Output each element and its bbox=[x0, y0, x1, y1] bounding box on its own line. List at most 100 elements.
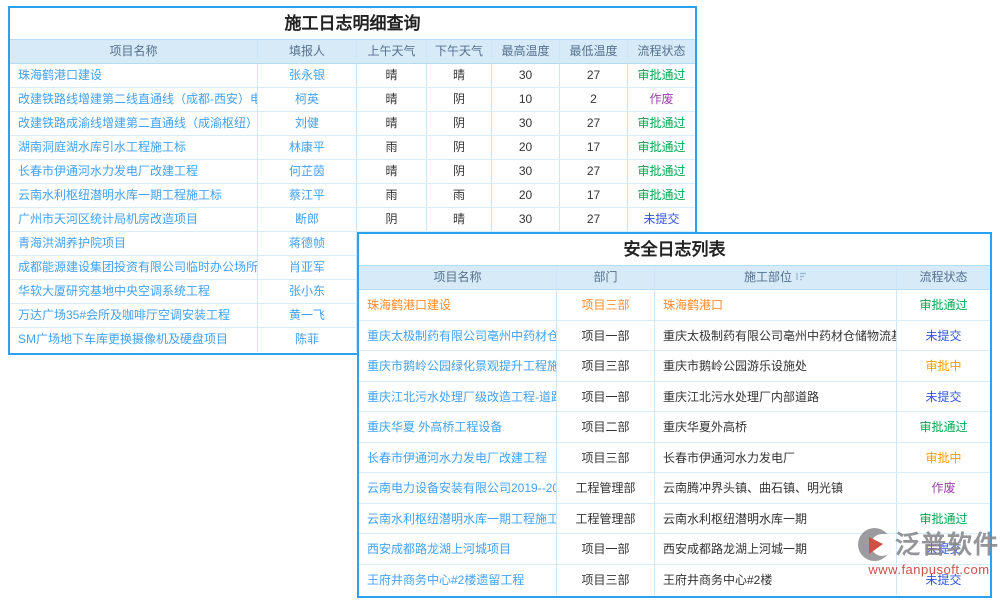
cell-project-name[interactable]: 西安成都路龙湖上河城项目 bbox=[359, 534, 557, 565]
cell-project-name[interactable]: 万达广场35#会所及咖啡厅空调安装工程 bbox=[10, 304, 258, 328]
cell-reporter[interactable]: 断郎 bbox=[258, 208, 357, 232]
cell-project-name[interactable]: 珠海鹤港口建设 bbox=[10, 64, 258, 88]
construction-log-header: 项目名称填报人上午天气下午天气最高温度最低温度流程状态 bbox=[10, 40, 695, 64]
cell-status: 审批通过 bbox=[628, 160, 695, 184]
cell-department: 项目一部 bbox=[557, 321, 655, 352]
cell-project-name[interactable]: 云南水利枢纽潜明水库一期工程施工标 bbox=[10, 184, 258, 208]
cell-project-name[interactable]: 王府井商务中心#2楼遗留工程 bbox=[359, 565, 557, 596]
cell-reporter[interactable]: 张小东 bbox=[258, 280, 357, 304]
cell-project-name[interactable]: 成都能源建设集团投资有限公司临时办公场所装修工程 bbox=[10, 256, 258, 280]
cell-project-name[interactable]: 珠海鹤港口建设 bbox=[359, 290, 557, 321]
cell-construction-site: 云南腾冲界头镇、曲石镇、明光镇 bbox=[655, 473, 897, 504]
safety-log-body: 珠海鹤港口建设项目三部珠海鹤港口审批通过重庆太极制药有限公司亳州中药材仓...项… bbox=[359, 290, 990, 595]
cell-project-name[interactable]: 重庆江北污水处理厂级改造工程-道路... bbox=[359, 382, 557, 413]
cell-reporter[interactable]: 蒋德帧 bbox=[258, 232, 357, 256]
cell-project-name[interactable]: SM广场地下车库更换摄像机及硬盘项目 bbox=[10, 328, 258, 352]
cell-construction-site: 云南水利枢纽潜明水库一期 bbox=[655, 504, 897, 535]
cell-am-weather: 雨 bbox=[357, 184, 427, 208]
column-header-am-weather: 上午天气 bbox=[357, 40, 427, 64]
cell-reporter[interactable]: 肖亚军 bbox=[258, 256, 357, 280]
column-header-project-name: 项目名称 bbox=[359, 266, 557, 290]
table-row[interactable]: 改建铁路线增建第二线直通线（成都-西安）电力线柯英晴阴102作废 bbox=[10, 88, 695, 112]
cell-reporter[interactable]: 陈菲 bbox=[258, 328, 357, 352]
cell-reporter[interactable]: 张永银 bbox=[258, 64, 357, 88]
column-header-status: 流程状态 bbox=[897, 266, 990, 290]
table-row[interactable]: 云南水利枢纽潜明水库一期工程施工标蔡江平雨雨2017审批通过 bbox=[10, 184, 695, 208]
cell-department: 项目三部 bbox=[557, 565, 655, 596]
cell-project-name[interactable]: 长春市伊通河水力发电厂改建工程 bbox=[10, 160, 258, 184]
table-row[interactable]: 长春市伊通河水力发电厂改建工程项目三部长春市伊通河水力发电厂审批中 bbox=[359, 443, 990, 474]
cell-construction-site: 王府井商务中心#2楼 bbox=[655, 565, 897, 596]
column-header-construction-site[interactable]: 施工部位 bbox=[655, 266, 897, 290]
cell-project-name[interactable]: 青海洪湖养护院项目 bbox=[10, 232, 258, 256]
cell-pm-weather: 阴 bbox=[427, 160, 492, 184]
cell-status: 未提交 bbox=[628, 208, 695, 232]
cell-reporter[interactable]: 刘健 bbox=[258, 112, 357, 136]
cell-max-temp: 30 bbox=[492, 112, 560, 136]
table-row[interactable]: 珠海鹤港口建设项目三部珠海鹤港口审批通过 bbox=[359, 290, 990, 321]
cell-am-weather: 阴 bbox=[357, 208, 427, 232]
cell-project-name[interactable]: 云南电力设备安装有限公司2019--202... bbox=[359, 473, 557, 504]
cell-project-name[interactable]: 长春市伊通河水力发电厂改建工程 bbox=[359, 443, 557, 474]
cell-am-weather: 晴 bbox=[357, 112, 427, 136]
table-row[interactable]: 重庆市鹅岭公园绿化景观提升工程施工项目三部重庆市鹅岭公园游乐设施处审批中 bbox=[359, 351, 990, 382]
cell-department: 项目三部 bbox=[557, 351, 655, 382]
cell-status: 未提交 bbox=[897, 382, 990, 413]
table-row[interactable]: 改建铁路成渝线增建第二直通线（成渝枢纽）电力线刘健晴阴3027审批通过 bbox=[10, 112, 695, 136]
cell-construction-site: 重庆华夏外高桥 bbox=[655, 412, 897, 443]
cell-status: 未提交 bbox=[897, 534, 990, 565]
header-row: 项目名称部门施工部位流程状态 bbox=[359, 266, 990, 290]
cell-project-name[interactable]: 改建铁路成渝线增建第二直通线（成渝枢纽）电力线 bbox=[10, 112, 258, 136]
table-row[interactable]: 云南电力设备安装有限公司2019--202...工程管理部云南腾冲界头镇、曲石镇… bbox=[359, 473, 990, 504]
cell-project-name[interactable]: 重庆太极制药有限公司亳州中药材仓... bbox=[359, 321, 557, 352]
table-row[interactable]: 云南水利枢纽潜明水库一期工程施工标工程管理部云南水利枢纽潜明水库一期审批通过 bbox=[359, 504, 990, 535]
cell-min-temp: 17 bbox=[560, 136, 628, 160]
cell-pm-weather: 晴 bbox=[427, 208, 492, 232]
cell-reporter[interactable]: 黄一飞 bbox=[258, 304, 357, 328]
table-row[interactable]: 湖南洞庭湖水库引水工程施工标林康平雨阴2017审批通过 bbox=[10, 136, 695, 160]
cell-reporter[interactable]: 何芷茵 bbox=[258, 160, 357, 184]
cell-project-name[interactable]: 广州市天河区统计局机房改造项目 bbox=[10, 208, 258, 232]
cell-pm-weather: 雨 bbox=[427, 184, 492, 208]
cell-project-name[interactable]: 湖南洞庭湖水库引水工程施工标 bbox=[10, 136, 258, 160]
cell-status: 审批中 bbox=[897, 351, 990, 382]
table-row[interactable]: 西安成都路龙湖上河城项目项目一部西安成都路龙湖上河城一期未提交 bbox=[359, 534, 990, 565]
cell-status: 未提交 bbox=[897, 565, 990, 596]
column-header-department: 部门 bbox=[557, 266, 655, 290]
safety-log-panel: 安全日志列表 项目名称部门施工部位流程状态 珠海鹤港口建设项目三部珠海鹤港口审批… bbox=[357, 232, 992, 598]
cell-project-name[interactable]: 重庆市鹅岭公园绿化景观提升工程施工 bbox=[359, 351, 557, 382]
table-row[interactable]: 长春市伊通河水力发电厂改建工程何芷茵晴阴3027审批通过 bbox=[10, 160, 695, 184]
cell-status: 审批通过 bbox=[897, 412, 990, 443]
cell-project-name[interactable]: 改建铁路线增建第二线直通线（成都-西安）电力线 bbox=[10, 88, 258, 112]
cell-project-name[interactable]: 重庆华夏 外高桥工程设备 bbox=[359, 412, 557, 443]
cell-status: 审批通过 bbox=[628, 184, 695, 208]
cell-am-weather: 晴 bbox=[357, 64, 427, 88]
table-row[interactable]: 珠海鹤港口建设张永银晴晴3027审批通过 bbox=[10, 64, 695, 88]
cell-project-name[interactable]: 华软大厦研究基地中央空调系统工程 bbox=[10, 280, 258, 304]
cell-min-temp: 27 bbox=[560, 112, 628, 136]
table-row[interactable]: 重庆江北污水处理厂级改造工程-道路...项目一部重庆江北污水处理厂内部道路未提交 bbox=[359, 382, 990, 413]
cell-status: 审批通过 bbox=[628, 136, 695, 160]
cell-min-temp: 27 bbox=[560, 160, 628, 184]
cell-status: 审批通过 bbox=[628, 64, 695, 88]
cell-department: 工程管理部 bbox=[557, 504, 655, 535]
cell-reporter[interactable]: 蔡江平 bbox=[258, 184, 357, 208]
table-row[interactable]: 重庆太极制药有限公司亳州中药材仓...项目一部重庆太极制药有限公司亳州中药材仓储… bbox=[359, 321, 990, 352]
column-header-reporter: 填报人 bbox=[258, 40, 357, 64]
table-row[interactable]: 王府井商务中心#2楼遗留工程项目三部王府井商务中心#2楼未提交 bbox=[359, 565, 990, 596]
cell-status: 审批中 bbox=[897, 443, 990, 474]
table-row[interactable]: 广州市天河区统计局机房改造项目断郎阴晴3027未提交 bbox=[10, 208, 695, 232]
cell-construction-site: 重庆太极制药有限公司亳州中药材仓储物流基地 bbox=[655, 321, 897, 352]
cell-reporter[interactable]: 柯英 bbox=[258, 88, 357, 112]
column-header-max-temp: 最高温度 bbox=[492, 40, 560, 64]
cell-construction-site: 西安成都路龙湖上河城一期 bbox=[655, 534, 897, 565]
cell-reporter[interactable]: 林康平 bbox=[258, 136, 357, 160]
cell-department: 项目二部 bbox=[557, 412, 655, 443]
cell-pm-weather: 阴 bbox=[427, 112, 492, 136]
cell-construction-site: 重庆市鹅岭公园游乐设施处 bbox=[655, 351, 897, 382]
safety-log-title: 安全日志列表 bbox=[359, 234, 990, 266]
cell-department: 项目三部 bbox=[557, 290, 655, 321]
table-row[interactable]: 重庆华夏 外高桥工程设备项目二部重庆华夏外高桥审批通过 bbox=[359, 412, 990, 443]
column-header-min-temp: 最低温度 bbox=[560, 40, 628, 64]
cell-project-name[interactable]: 云南水利枢纽潜明水库一期工程施工标 bbox=[359, 504, 557, 535]
